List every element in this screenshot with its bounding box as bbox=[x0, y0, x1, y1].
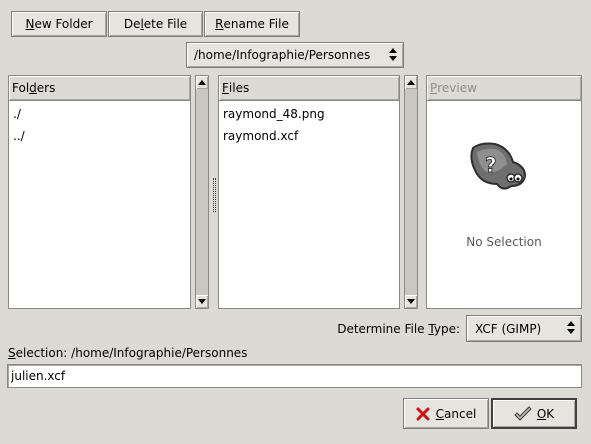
file-type-label-pre: Determine File bbox=[337, 322, 429, 336]
rename-file-button[interactable]: Rename File bbox=[204, 11, 300, 37]
preview-panel: Preview ? No Selection bbox=[426, 75, 582, 309]
new-folder-button[interactable]: New Folder bbox=[11, 11, 107, 37]
delete-file-label: ete File bbox=[143, 17, 188, 31]
selection-label-mnemonic: S bbox=[8, 346, 16, 360]
ok-label: K bbox=[546, 406, 555, 421]
delete-file-label-pre: De bbox=[123, 17, 141, 31]
file-item[interactable]: raymond.xcf bbox=[219, 125, 399, 147]
file-type-label-rest: ype: bbox=[433, 322, 460, 336]
preview-header-mnemonic: P bbox=[430, 81, 438, 95]
ok-mnemonic: O bbox=[536, 406, 547, 421]
ok-button[interactable]: OK bbox=[491, 398, 577, 429]
folders-header-mnemonic: d bbox=[29, 81, 37, 95]
preview-header-rest: review bbox=[437, 81, 477, 95]
selection-input[interactable]: julien.xcf bbox=[7, 364, 582, 388]
files-header[interactable]: Files bbox=[219, 76, 399, 101]
cancel-mnemonic: C bbox=[435, 406, 445, 421]
folder-item-current[interactable]: ./ bbox=[9, 103, 190, 125]
scroll-up-icon[interactable] bbox=[405, 76, 417, 89]
preview-header: Preview bbox=[427, 76, 581, 101]
cancel-icon bbox=[416, 407, 430, 420]
file-item[interactable]: raymond_48.png bbox=[219, 103, 399, 125]
files-header-rest: iles bbox=[228, 81, 250, 95]
folders-list[interactable]: Fol d ers ./ ../ bbox=[8, 75, 191, 309]
new-folder-mnemonic: N bbox=[25, 17, 35, 31]
updown-arrows-icon bbox=[567, 321, 575, 334]
scroll-down-icon[interactable] bbox=[196, 295, 208, 308]
rename-file-label: ename File bbox=[223, 17, 289, 31]
folders-header-pre: Fol bbox=[12, 81, 30, 95]
folders-header[interactable]: Fol d ers bbox=[9, 76, 190, 101]
preview-status: No Selection bbox=[466, 235, 542, 249]
selection-label: Selection: /home/Infographie/Personnes bbox=[8, 344, 408, 362]
folders-header-rest: ers bbox=[36, 81, 56, 95]
new-folder-label: ew Folder bbox=[34, 17, 93, 31]
file-type-value: XCF (GIMP) bbox=[475, 321, 542, 336]
folders-scrollbar[interactable] bbox=[195, 75, 209, 309]
pane-resize-handle[interactable] bbox=[213, 178, 216, 212]
cancel-button[interactable]: Cancel bbox=[403, 398, 489, 429]
svg-text:?: ? bbox=[485, 153, 497, 177]
rename-file-mnemonic: R bbox=[215, 17, 224, 31]
scroll-up-icon[interactable] bbox=[196, 76, 208, 89]
path-combo[interactable]: /home/Infographie/Personnes bbox=[186, 42, 404, 68]
file-type-label: Determine File Type: bbox=[300, 318, 460, 340]
files-scrollbar[interactable] bbox=[404, 75, 418, 309]
gimp-wilber-icon: ? bbox=[470, 142, 527, 190]
delete-file-button[interactable]: De l ete File bbox=[108, 11, 203, 37]
path-combo-value: /home/Infographie/Personnes bbox=[194, 48, 371, 62]
selection-label-rest: election: /home/Infographie/Personnes bbox=[15, 346, 248, 360]
cancel-label: ancel bbox=[444, 406, 477, 421]
folder-item-parent[interactable]: ../ bbox=[9, 125, 190, 147]
scroll-down-icon[interactable] bbox=[405, 295, 417, 308]
files-header-mnemonic: F bbox=[222, 81, 229, 95]
files-list[interactable]: Files raymond_48.png raymond.xcf bbox=[218, 75, 400, 309]
ok-icon bbox=[514, 405, 532, 421]
updown-arrows-icon bbox=[389, 48, 397, 61]
file-type-combo[interactable]: XCF (GIMP) bbox=[466, 315, 582, 342]
selection-input-value: julien.xcf bbox=[11, 369, 66, 383]
